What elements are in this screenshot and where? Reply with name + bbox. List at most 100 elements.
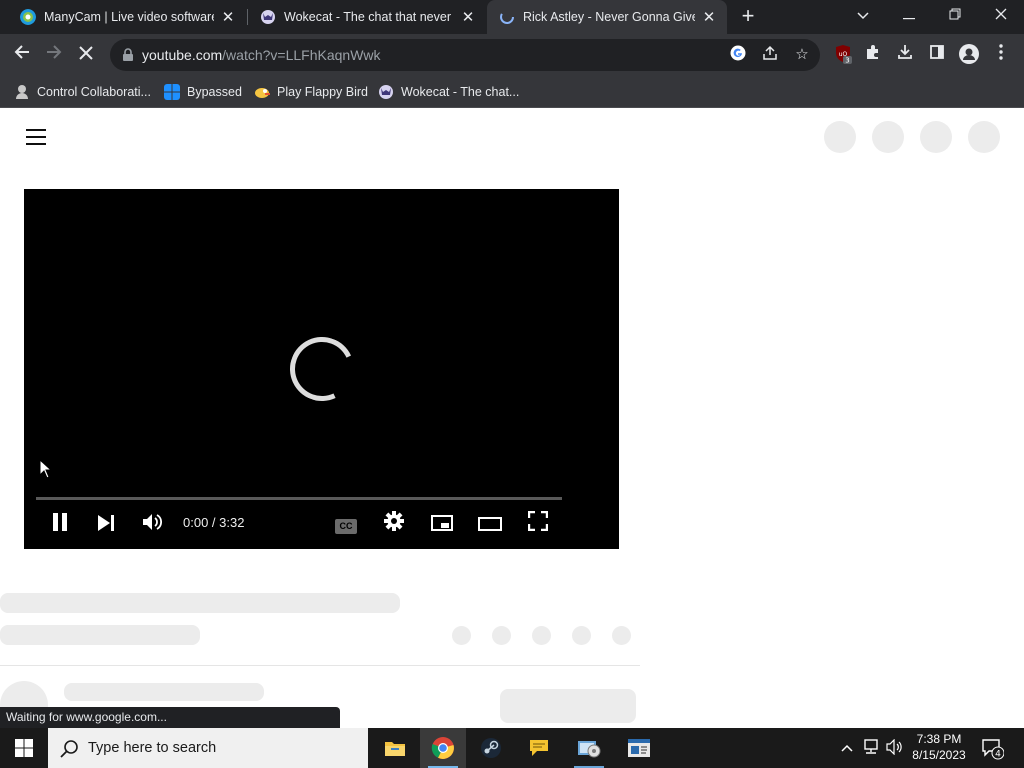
menu-button[interactable]: [990, 44, 1012, 66]
youtube-page: 0:00 / 3:32 CC Waiting for www.google.co…: [0, 109, 1024, 728]
video-player[interactable]: 0:00 / 3:32 CC: [24, 189, 619, 549]
skeleton-subtitle: [0, 625, 200, 645]
theater-mode-button[interactable]: [476, 511, 504, 539]
hamburger-line: [26, 129, 46, 131]
skip-next-icon: [98, 515, 114, 531]
restore-button[interactable]: [932, 0, 978, 30]
google-icon: [730, 45, 746, 61]
tab-manycam[interactable]: ManyCam | Live video software & ✕: [8, 0, 246, 34]
fullscreen-button[interactable]: [524, 510, 552, 539]
ublock-icon: uO 3: [836, 45, 852, 65]
ublock-extension-button[interactable]: uO 3: [832, 44, 854, 66]
chat-bubble-icon: [530, 740, 548, 756]
close-icon: [995, 8, 1007, 20]
stop-loading-button[interactable]: [72, 41, 100, 69]
progress-bar[interactable]: [36, 497, 562, 500]
close-tab-icon[interactable]: ✕: [460, 8, 476, 26]
close-icon: [79, 46, 93, 60]
terminal-window-icon: [628, 739, 650, 757]
miniplayer-icon: [431, 515, 453, 531]
forward-arrow-icon: [47, 45, 62, 59]
fullscreen-icon: [527, 510, 549, 532]
profile-button[interactable]: [958, 44, 980, 66]
bookmark-flappy-bird[interactable]: Play Flappy Bird: [254, 81, 368, 103]
pause-button[interactable]: [46, 511, 74, 539]
extensions-button[interactable]: [862, 44, 884, 66]
start-button[interactable]: [0, 728, 48, 768]
skeleton-action: [612, 626, 631, 645]
network-icon: [864, 739, 878, 754]
lock-icon: [123, 48, 133, 61]
action-center-button[interactable]: 4: [980, 736, 1005, 760]
downloads-button[interactable]: [894, 44, 916, 66]
folder-icon: [385, 742, 405, 756]
google-lens-button[interactable]: [728, 45, 748, 65]
flappy-icon: [255, 88, 270, 98]
plus-icon: +: [741, 3, 755, 28]
share-button[interactable]: [760, 45, 780, 65]
close-tab-icon[interactable]: ✕: [220, 8, 236, 26]
guide-menu-button[interactable]: [26, 129, 46, 145]
close-window-button[interactable]: [978, 0, 1024, 30]
notification-icon: 4: [982, 739, 1005, 760]
bookmark-control-collaboration[interactable]: Control Collaborati...: [14, 81, 151, 103]
taskbar-clock[interactable]: 7:38 PM 8/15/2023: [906, 731, 972, 763]
profile-icon: [959, 44, 979, 64]
tab-title: Wokecat - The chat that never sle: [284, 10, 454, 24]
forward-button[interactable]: [40, 41, 68, 69]
time-display: 0:00 / 3:32: [183, 515, 244, 530]
next-button[interactable]: [92, 511, 120, 539]
taskbar-control-panel[interactable]: [566, 728, 612, 768]
bookmark-label: Play Flappy Bird: [277, 85, 369, 99]
subtitles-button[interactable]: CC: [335, 519, 357, 534]
bookmark-label: Wokecat - The chat...: [401, 85, 520, 99]
tab-wokecat[interactable]: Wokecat - The chat that never sle ✕: [248, 0, 486, 34]
status-bubble: Waiting for www.google.com...: [0, 707, 340, 728]
taskbar-terminal[interactable]: [616, 728, 662, 768]
windows-icon: [164, 84, 180, 100]
taskbar-steam[interactable]: [468, 728, 514, 768]
miniplayer-button[interactable]: [428, 511, 456, 539]
time-separator: /: [208, 515, 220, 530]
mute-button[interactable]: [138, 511, 166, 539]
volume-icon: [143, 514, 163, 530]
bookmark-wokecat[interactable]: Wokecat - The chat...: [378, 81, 519, 103]
bookmark-star-button[interactable]: ☆: [792, 45, 812, 65]
loading-icon: [500, 10, 514, 24]
clock-date: 8/15/2023: [912, 748, 966, 762]
tab-youtube-active[interactable]: Rick Astley - Never Gonna Give Y ✕: [487, 0, 727, 34]
mouse-cursor-icon: [39, 459, 53, 479]
skeleton-header-icon: [872, 121, 904, 153]
chevron-up-icon: [841, 744, 853, 752]
taskbar-chat-app[interactable]: [516, 728, 562, 768]
control-panel-icon: [578, 741, 601, 758]
settings-button[interactable]: [380, 511, 408, 539]
windows-taskbar: Type here to search 7:38 PM 8/15/2023 4: [0, 728, 1024, 768]
loading-spinner-icon: [280, 327, 364, 411]
skeleton-channel-name: [64, 683, 264, 701]
chevron-down-icon: [857, 12, 869, 20]
duration: 3:32: [219, 515, 245, 530]
skeleton-action: [452, 626, 471, 645]
tab-search-button[interactable]: [840, 0, 886, 30]
bookmark-label: Bypassed: [187, 85, 242, 99]
skeleton-header-icon: [968, 121, 1000, 153]
star-icon: ☆: [795, 46, 809, 63]
taskbar-chrome[interactable]: [420, 728, 466, 768]
side-panel-button[interactable]: [926, 44, 948, 66]
volume-button[interactable]: [885, 738, 905, 758]
taskbar-file-explorer[interactable]: [372, 728, 418, 768]
current-time: 0:00: [183, 515, 209, 530]
hamburger-line: [26, 136, 46, 138]
show-hidden-icons-button[interactable]: [837, 739, 857, 755]
minimize-icon: [903, 18, 915, 20]
close-tab-icon[interactable]: ✕: [701, 8, 717, 26]
address-bar[interactable]: youtube.com/watch?v=LLFhKaqnWwk ☆: [110, 39, 820, 71]
bookmark-bypassed[interactable]: Bypassed: [164, 81, 242, 103]
network-button[interactable]: [861, 739, 881, 758]
new-tab-button[interactable]: +: [736, 4, 760, 30]
taskbar-search-box[interactable]: Type here to search: [48, 728, 368, 768]
back-button[interactable]: [8, 41, 36, 69]
pause-icon: [53, 513, 67, 531]
minimize-button[interactable]: [886, 0, 932, 30]
